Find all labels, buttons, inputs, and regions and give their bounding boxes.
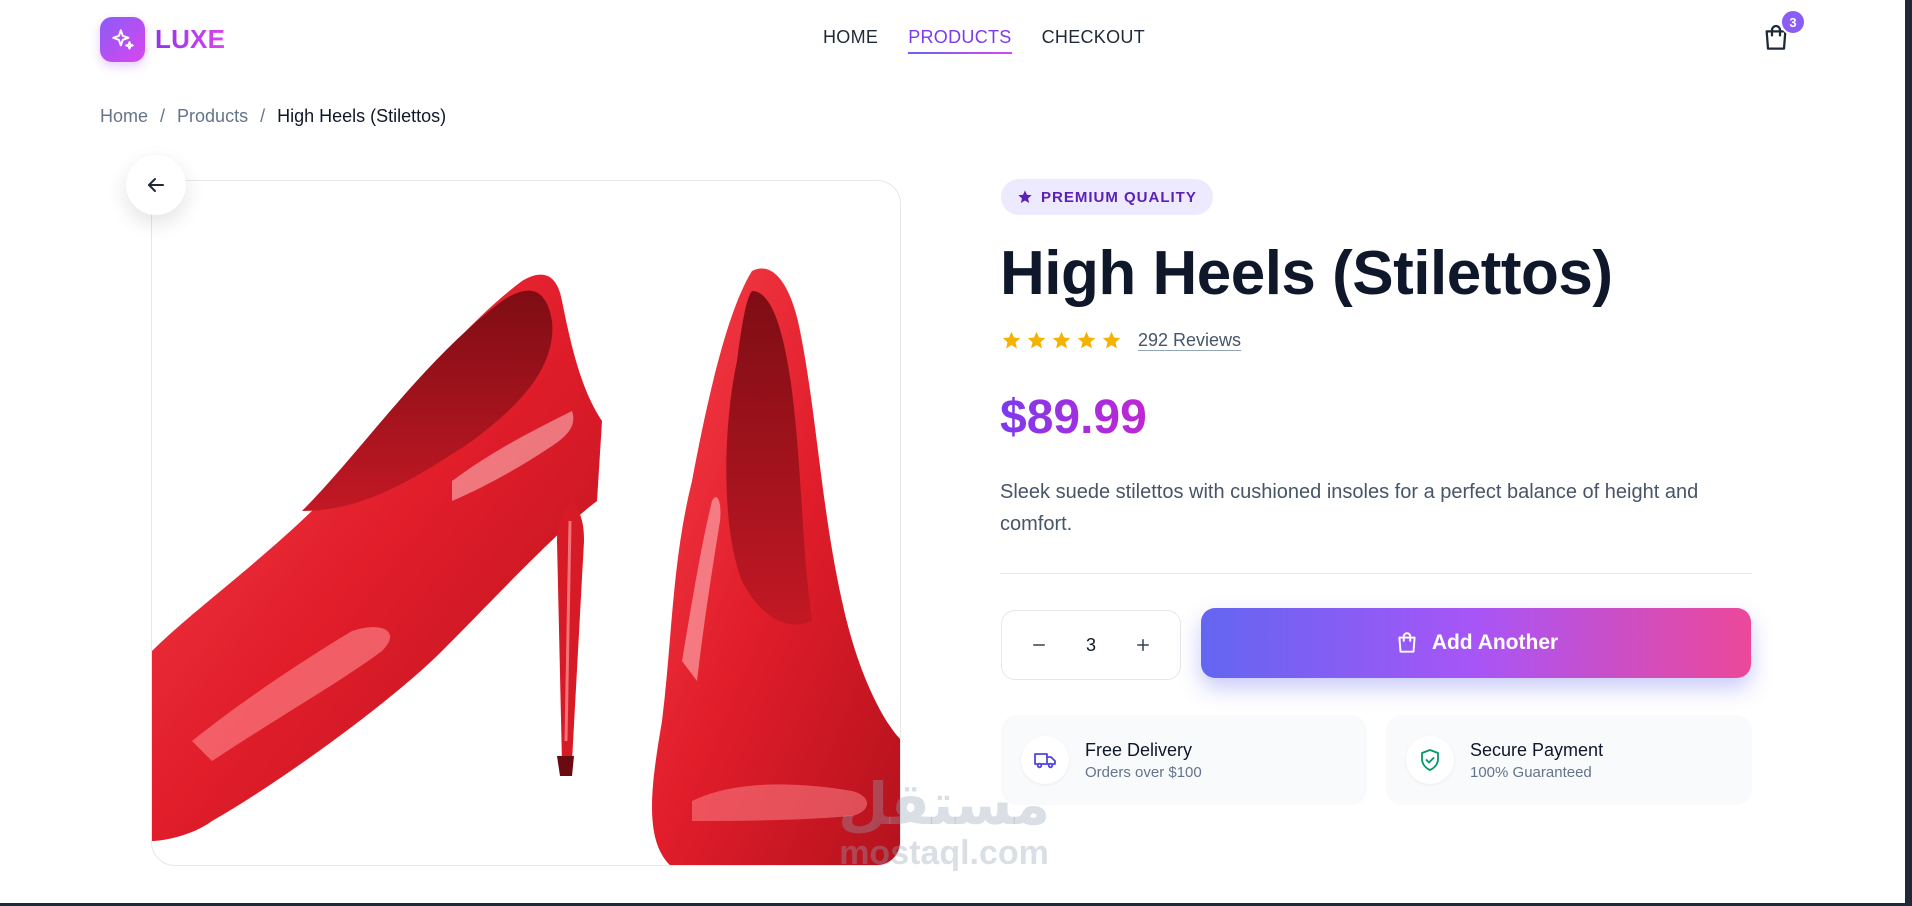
star-icon	[1077, 331, 1096, 349]
site-header: LUXE HOME PRODUCTS CHECKOUT 3	[0, 0, 1905, 80]
rating-stars	[1001, 330, 1122, 351]
nav-home[interactable]: HOME	[823, 27, 878, 54]
minus-icon	[1033, 644, 1045, 646]
divider	[1000, 573, 1752, 574]
back-button[interactable]	[126, 155, 186, 215]
breadcrumb-separator: /	[260, 106, 266, 126]
product-title: High Heels (Stilettos)	[1000, 239, 1613, 308]
badge-label: PREMIUM QUALITY	[1041, 188, 1197, 206]
quantity-value[interactable]: 3	[1086, 635, 1096, 656]
star-icon	[1002, 331, 1021, 349]
product-image	[152, 268, 900, 865]
breadcrumb-products[interactable]: Products	[177, 106, 248, 127]
rating: 292 Reviews	[1001, 330, 1241, 351]
feature-title: Free Delivery	[1085, 739, 1193, 760]
product-price: $89.99	[1000, 391, 1147, 444]
breadcrumb-current: High Heels (Stilettos)	[277, 106, 447, 126]
add-button-label: Add Another	[1431, 631, 1559, 654]
quantity-stepper: 3	[1001, 610, 1181, 680]
nav-products[interactable]: PRODUCTS	[908, 27, 1013, 54]
increase-quantity-button[interactable]	[1126, 628, 1160, 662]
reviews-link[interactable]: 292 Reviews	[1138, 330, 1241, 351]
logo-text: LUXE	[155, 24, 226, 54]
breadcrumb-home[interactable]: Home	[100, 106, 148, 127]
logo[interactable]: LUXE	[100, 17, 225, 62]
main-nav: HOME PRODUCTS CHECKOUT	[823, 27, 1145, 54]
feature-subtitle: 100% Guaranteed	[1470, 763, 1592, 781]
star-icon	[1018, 190, 1032, 203]
feature-title: Secure Payment	[1470, 739, 1604, 760]
cart-count-badge: 3	[1780, 9, 1806, 35]
nav-checkout[interactable]: CHECKOUT	[1042, 27, 1145, 54]
plus-icon	[1136, 639, 1149, 651]
arrow-left-icon	[148, 178, 164, 192]
star-icon	[1027, 331, 1046, 349]
product-description: Sleek suede stilettos with cushioned ins…	[1000, 481, 1699, 535]
breadcrumb-separator: /	[160, 106, 166, 126]
feature-free-delivery: Free Delivery Orders over $100	[1001, 715, 1367, 805]
product-image-card	[151, 180, 901, 866]
feature-secure-payment: Secure Payment 100% Guaranteed	[1386, 715, 1752, 805]
breadcrumb: Home / Products / High Heels (Stilettos)	[100, 106, 446, 127]
star-icon	[1102, 331, 1121, 349]
add-to-cart-button[interactable]: Add Another	[1201, 608, 1751, 678]
decrease-quantity-button[interactable]	[1022, 628, 1056, 662]
shield-check-icon	[1406, 736, 1454, 784]
window-edge	[1905, 0, 1912, 906]
star-icon	[1052, 331, 1071, 349]
sparkles-icon	[100, 17, 145, 62]
truck-icon	[1021, 736, 1069, 784]
premium-quality-badge: PREMIUM QUALITY	[1001, 179, 1213, 215]
feature-subtitle: Orders over $100	[1085, 763, 1202, 781]
shopping-bag-icon	[1398, 632, 1416, 653]
